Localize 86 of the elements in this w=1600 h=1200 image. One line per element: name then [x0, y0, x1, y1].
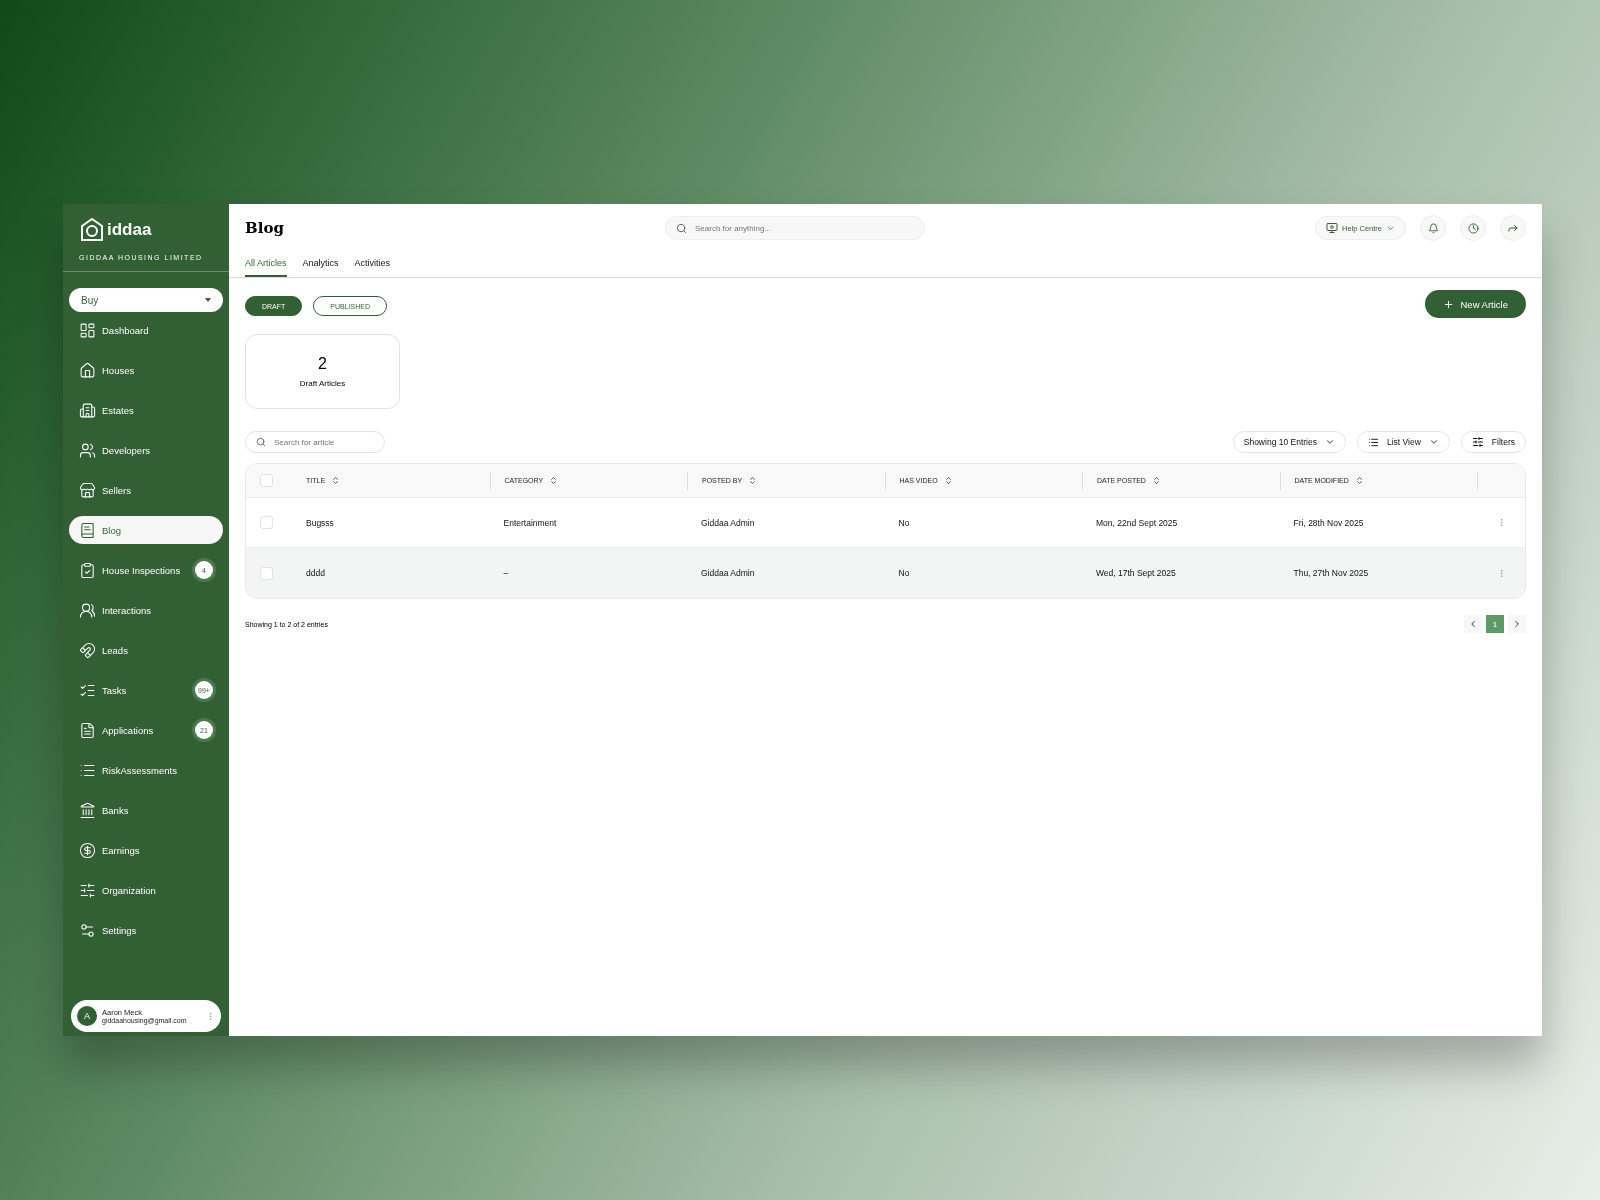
- nav-item[interactable]: Settings: [69, 916, 223, 944]
- table-cell-text: Mon, 22nd Sept 2025: [1095, 517, 1179, 528]
- table-cell-text: Fri, 28th Nov 2025: [1292, 517, 1365, 528]
- table-cell-text: dddd: [305, 568, 326, 578]
- logo-icon: [79, 216, 105, 244]
- monitor-icon: [1325, 222, 1338, 234]
- people-icon: [79, 441, 96, 459]
- nav-item[interactable]: Sellers: [69, 476, 223, 504]
- previous-page-button[interactable]: [1464, 615, 1482, 633]
- nav-item[interactable]: Estates: [69, 396, 223, 424]
- stat-value: 2: [318, 355, 327, 373]
- more-icon: [206, 1011, 215, 1021]
- filters-button[interactable]: Filters: [1460, 431, 1526, 453]
- stat-label: Draft Articles: [299, 379, 346, 388]
- sort-icon: [549, 476, 559, 485]
- sliders-icon: [79, 921, 96, 939]
- sort-icon: [943, 476, 953, 485]
- next-page-button[interactable]: [1508, 615, 1526, 633]
- document-icon: [79, 721, 96, 739]
- sort-icon: [1151, 476, 1161, 485]
- clipboard-icon: [79, 561, 96, 579]
- plus-icon: [1443, 298, 1455, 310]
- select-all-checkbox[interactable]: [260, 474, 273, 487]
- bell-icon: [1427, 222, 1439, 234]
- bank-icon: [79, 801, 96, 819]
- view-dropdown[interactable]: List View: [1357, 431, 1450, 453]
- sliders-icon: [1471, 436, 1484, 448]
- table-row[interactable]: dddd – Giddaa Admin No Wed, 17th Sept 2025 Thu, 27th Nov 2025: [246, 548, 1525, 598]
- table-cell-text: Bugsss: [305, 517, 335, 528]
- sort-icon: [331, 476, 341, 485]
- table-cell-text: No: [897, 568, 911, 578]
- sliders-icon: [79, 881, 96, 899]
- building-icon: [79, 401, 96, 419]
- user-avatar: A: [77, 1006, 97, 1026]
- nav-item[interactable]: Earnings: [69, 836, 223, 864]
- chevron-left-icon: [1468, 619, 1478, 629]
- nav-item[interactable]: Blog: [69, 516, 223, 544]
- nav-item[interactable]: Dashboard: [69, 316, 223, 344]
- sort-icon: [748, 476, 758, 485]
- magnet-icon: [79, 641, 96, 659]
- store-icon: [79, 481, 96, 499]
- nav-item[interactable]: Leads: [69, 636, 223, 664]
- mode-dropdown[interactable]: Buy: [69, 288, 223, 312]
- share-button[interactable]: [1500, 215, 1526, 241]
- tab[interactable]: Activities: [354, 252, 391, 277]
- list-icon: [1368, 436, 1379, 448]
- table-cell-text: Giddaa Admin: [700, 517, 756, 528]
- row-checkbox[interactable]: [260, 566, 273, 580]
- nav-item[interactable]: Organization: [69, 876, 223, 904]
- row-checkbox[interactable]: [260, 516, 273, 529]
- share-icon: [1507, 222, 1519, 234]
- history-button[interactable]: [1460, 215, 1486, 241]
- people-icon: [79, 601, 96, 619]
- new-article-button[interactable]: New Article: [1425, 290, 1526, 318]
- article-search-input[interactable]: Search for article: [272, 436, 374, 448]
- table-cell-text: No: [897, 517, 911, 528]
- table-cell-text: Giddaa Admin: [700, 568, 756, 578]
- table-cell-text: –: [502, 568, 510, 578]
- chevron-right-icon: [1512, 619, 1522, 629]
- notifications-button[interactable]: [1420, 215, 1446, 241]
- coin-icon: [79, 841, 96, 859]
- search-field[interactable]: Search for anything...: [665, 216, 925, 240]
- nav-item[interactable]: Developers: [69, 436, 223, 464]
- chevron-icon: [1428, 437, 1439, 447]
- book-icon: [79, 521, 96, 539]
- tab[interactable]: Analytics: [302, 252, 339, 277]
- caret-icon: [205, 298, 211, 302]
- tab[interactable]: All Articles: [245, 252, 287, 277]
- house-icon: [79, 361, 96, 379]
- entries-dropdown[interactable]: Showing 10 Entries: [1232, 431, 1346, 453]
- nav-item[interactable]: Banks: [69, 796, 223, 824]
- nav-item[interactable]: Houses: [69, 356, 223, 384]
- table-cell-text: Wed, 17th Sept 2025: [1095, 568, 1177, 578]
- page-title: Blog: [245, 219, 285, 237]
- nav-item[interactable]: RiskAssessments: [69, 756, 223, 784]
- table-cell-text: Entertainment: [502, 517, 558, 528]
- dashboard-icon: [79, 321, 96, 339]
- table-cell-text: Thu, 27th Nov 2025: [1292, 568, 1370, 578]
- search-icon: [676, 222, 687, 234]
- search-icon: [256, 437, 266, 447]
- clock-icon: [1467, 222, 1479, 234]
- search-input[interactable]: Search for anything...: [693, 222, 914, 234]
- logo-text: iddaa: [107, 220, 152, 240]
- nav-item[interactable]: Interactions: [69, 596, 223, 624]
- sort-icon: [1354, 476, 1364, 485]
- chevron-icon: [1325, 437, 1335, 447]
